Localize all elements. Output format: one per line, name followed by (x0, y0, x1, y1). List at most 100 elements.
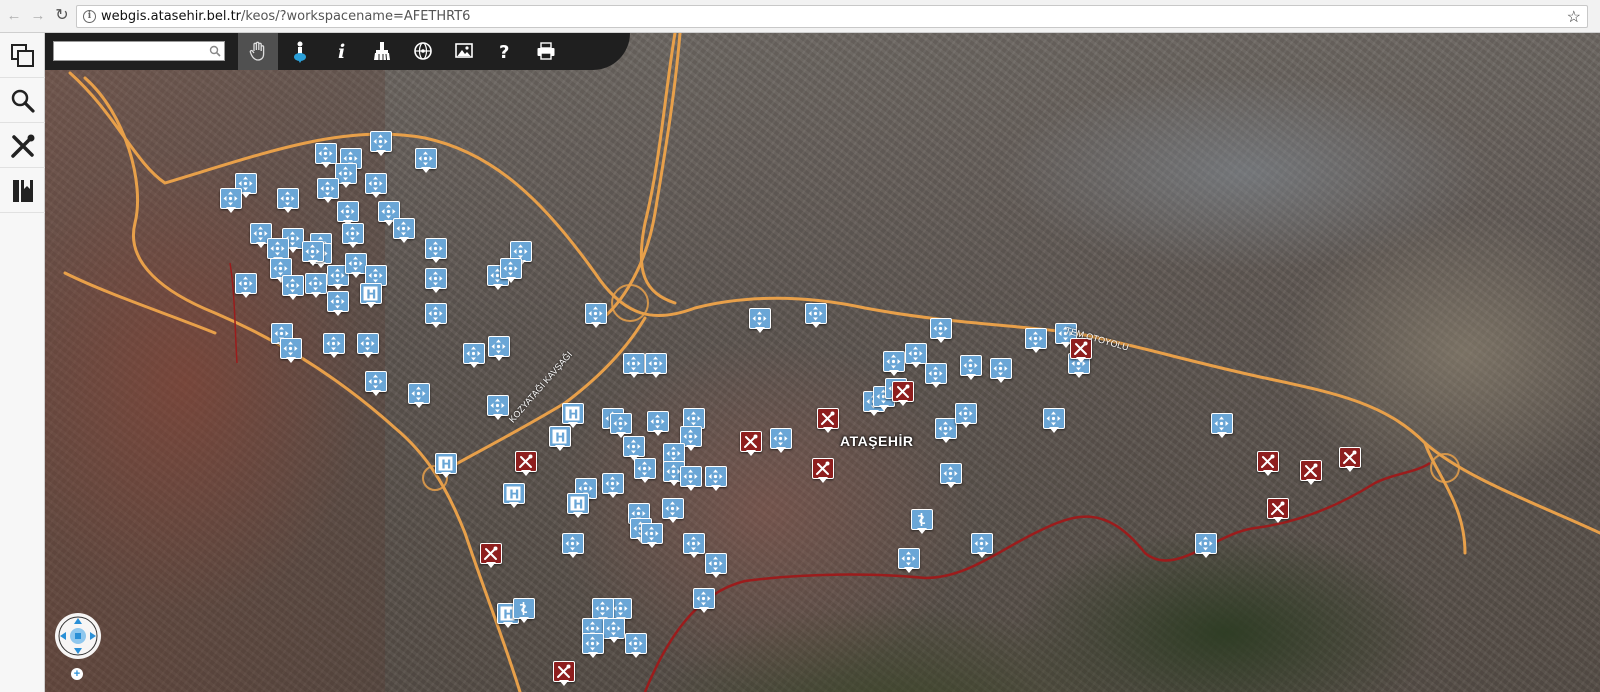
hospital-marker[interactable]: H (549, 426, 571, 452)
url-text[interactable]: webgis.atasehir.bel.tr/keos/?workspacena… (101, 9, 470, 24)
pharmacy-marker[interactable] (513, 598, 535, 624)
assembly-area-marker[interactable] (487, 395, 509, 421)
assembly-area-marker[interactable] (327, 291, 349, 317)
image-button[interactable] (444, 33, 484, 70)
repair-marker[interactable] (1257, 451, 1279, 477)
assembly-area-marker[interactable] (625, 633, 647, 659)
pan-navigation-control[interactable] (54, 612, 102, 660)
assembly-area-marker[interactable] (645, 353, 667, 379)
repair-marker[interactable] (515, 451, 537, 477)
assembly-area-marker[interactable] (1211, 413, 1233, 439)
search-box[interactable] (53, 41, 225, 61)
pharmacy-marker[interactable] (911, 509, 933, 535)
assembly-area-marker[interactable] (315, 143, 337, 169)
repair-marker[interactable] (480, 543, 502, 569)
reload-button[interactable]: ↻ (54, 8, 70, 24)
hospital-marker[interactable]: H (567, 493, 589, 519)
assembly-area-marker[interactable] (960, 355, 982, 381)
assembly-area-marker[interactable] (693, 588, 715, 614)
assembly-area-marker[interactable] (683, 533, 705, 559)
assembly-area-marker[interactable] (925, 363, 947, 389)
assembly-area-marker[interactable] (562, 533, 584, 559)
info-icon[interactable]: i (83, 10, 96, 23)
assembly-area-marker[interactable] (425, 238, 447, 264)
assembly-area-marker[interactable] (647, 411, 669, 437)
assembly-area-marker[interactable] (770, 428, 792, 454)
back-button[interactable]: ← (6, 8, 22, 24)
clear-button[interactable] (362, 33, 402, 70)
assembly-area-marker[interactable] (883, 351, 905, 377)
assembly-area-marker[interactable] (990, 358, 1012, 384)
repair-marker[interactable] (1339, 447, 1361, 473)
repair-marker[interactable] (1267, 498, 1289, 524)
assembly-area-marker[interactable] (705, 466, 727, 492)
search-input[interactable] (54, 42, 212, 60)
pan-tool-button[interactable] (238, 33, 278, 70)
assembly-area-marker[interactable] (971, 533, 993, 559)
full-extent-button[interactable] (403, 33, 443, 70)
assembly-area-marker[interactable] (345, 253, 367, 279)
assembly-area-marker[interactable] (317, 178, 339, 204)
assembly-area-marker[interactable] (1195, 533, 1217, 559)
hospital-marker[interactable]: H (435, 453, 457, 479)
repair-marker[interactable] (892, 381, 914, 407)
assembly-area-marker[interactable] (235, 273, 257, 299)
assembly-area-marker[interactable] (342, 223, 364, 249)
assembly-area-marker[interactable] (282, 275, 304, 301)
assembly-area-marker[interactable] (277, 188, 299, 214)
assembly-area-marker[interactable] (602, 473, 624, 499)
assembly-area-marker[interactable] (280, 338, 302, 364)
assembly-area-marker[interactable] (634, 458, 656, 484)
assembly-area-marker[interactable] (393, 218, 415, 244)
hospital-marker[interactable]: H (360, 283, 382, 309)
assembly-area-marker[interactable] (305, 273, 327, 299)
assembly-area-marker[interactable] (1043, 408, 1065, 434)
assembly-area-marker[interactable] (662, 498, 684, 524)
forward-button[interactable]: → (30, 8, 46, 24)
repair-marker[interactable] (812, 458, 834, 484)
assembly-area-marker[interactable] (623, 353, 645, 379)
assembly-area-marker[interactable] (365, 173, 387, 199)
assembly-area-marker[interactable] (585, 303, 607, 329)
assembly-area-marker[interactable] (415, 148, 437, 174)
assembly-area-marker[interactable] (302, 241, 324, 267)
assembly-area-marker[interactable] (898, 548, 920, 574)
assembly-area-marker[interactable] (955, 403, 977, 429)
assembly-area-marker[interactable] (357, 333, 379, 359)
assembly-area-marker[interactable] (220, 188, 242, 214)
search-panel-button[interactable] (0, 78, 45, 123)
zoom-in-button[interactable]: + (71, 668, 83, 680)
help-button[interactable]: ? (485, 33, 525, 70)
assembly-area-marker[interactable] (940, 463, 962, 489)
info-tool-button[interactable]: i (321, 33, 361, 70)
repair-marker[interactable] (817, 408, 839, 434)
assembly-area-marker[interactable] (582, 633, 604, 659)
repair-marker[interactable] (740, 431, 762, 457)
tools-button[interactable] (0, 123, 45, 168)
assembly-area-marker[interactable] (488, 336, 510, 362)
assembly-area-marker[interactable] (425, 303, 447, 329)
assembly-area-marker[interactable] (905, 343, 927, 369)
assembly-area-marker[interactable] (408, 383, 430, 409)
assembly-area-marker[interactable] (365, 371, 387, 397)
layers-button[interactable] (0, 33, 45, 78)
print-button[interactable] (526, 33, 566, 70)
assembly-area-marker[interactable] (935, 418, 957, 444)
locate-button[interactable] (280, 33, 320, 70)
assembly-area-marker[interactable] (641, 523, 663, 549)
assembly-area-marker[interactable] (705, 553, 727, 579)
assembly-area-marker[interactable] (930, 318, 952, 344)
assembly-area-marker[interactable] (500, 258, 522, 284)
assembly-area-marker[interactable] (805, 303, 827, 329)
hospital-marker[interactable]: H (503, 483, 525, 509)
assembly-area-marker[interactable] (463, 343, 485, 369)
assembly-area-marker[interactable] (603, 618, 625, 644)
assembly-area-marker[interactable] (323, 333, 345, 359)
bookmark-star-icon[interactable]: ☆ (1567, 7, 1581, 27)
legend-button[interactable] (0, 168, 45, 213)
address-bar[interactable]: i webgis.atasehir.bel.tr/keos/?workspace… (76, 5, 1588, 28)
assembly-area-marker[interactable] (749, 308, 771, 334)
assembly-area-marker[interactable] (370, 131, 392, 157)
map-canvas[interactable]: HHHHHHH ATAŞEHİR KOZYATAĞI KAVŞAĞI TEM O… (45, 33, 1600, 692)
search-icon[interactable] (209, 45, 221, 57)
